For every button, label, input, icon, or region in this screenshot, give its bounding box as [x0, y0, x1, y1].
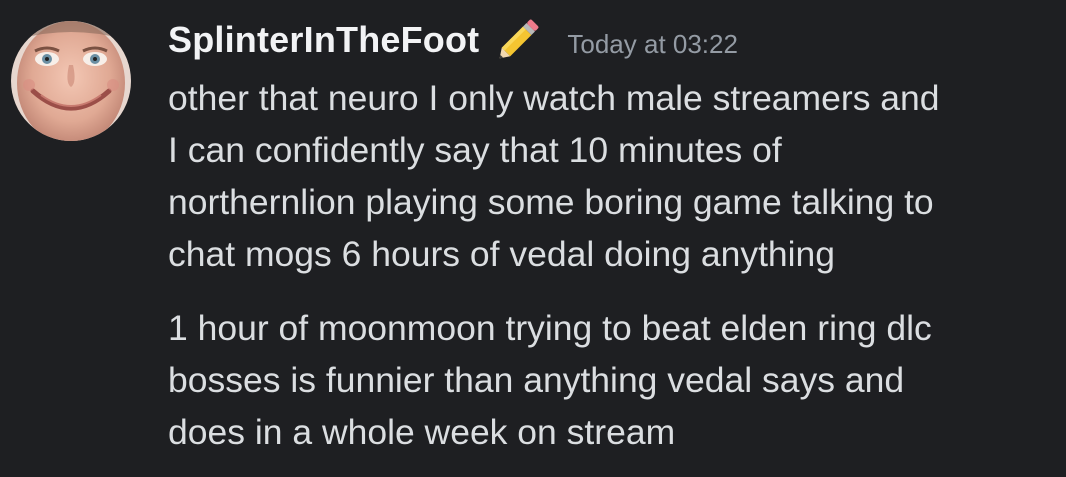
message-timestamp[interactable]: Today at 03:22 [567, 29, 738, 60]
message-line: chat mogs 6 hours of vedal doing anythin… [168, 234, 836, 274]
message-text: 1 hour of moonmoon trying to beat elden … [168, 302, 1058, 458]
username[interactable]: SplinterInTheFoot [168, 19, 479, 61]
message-line: other that neuro I only watch male strea… [168, 78, 940, 118]
message-line: does in a whole week on stream [168, 412, 676, 452]
pencil-icon [491, 16, 545, 64]
message-header: SplinterInTheFoot Today at 03:22 [168, 16, 738, 64]
message-line: 1 hour of moonmoon trying to beat elden … [168, 308, 932, 348]
message-line: northernlion playing some boring game ta… [168, 182, 934, 222]
message-line: I can confidently say that 10 minutes of [168, 130, 782, 170]
message-text: other that neuro I only watch male strea… [168, 72, 1058, 280]
user-avatar[interactable] [11, 21, 131, 141]
message-line: bosses is funnier than anything vedal sa… [168, 360, 905, 400]
